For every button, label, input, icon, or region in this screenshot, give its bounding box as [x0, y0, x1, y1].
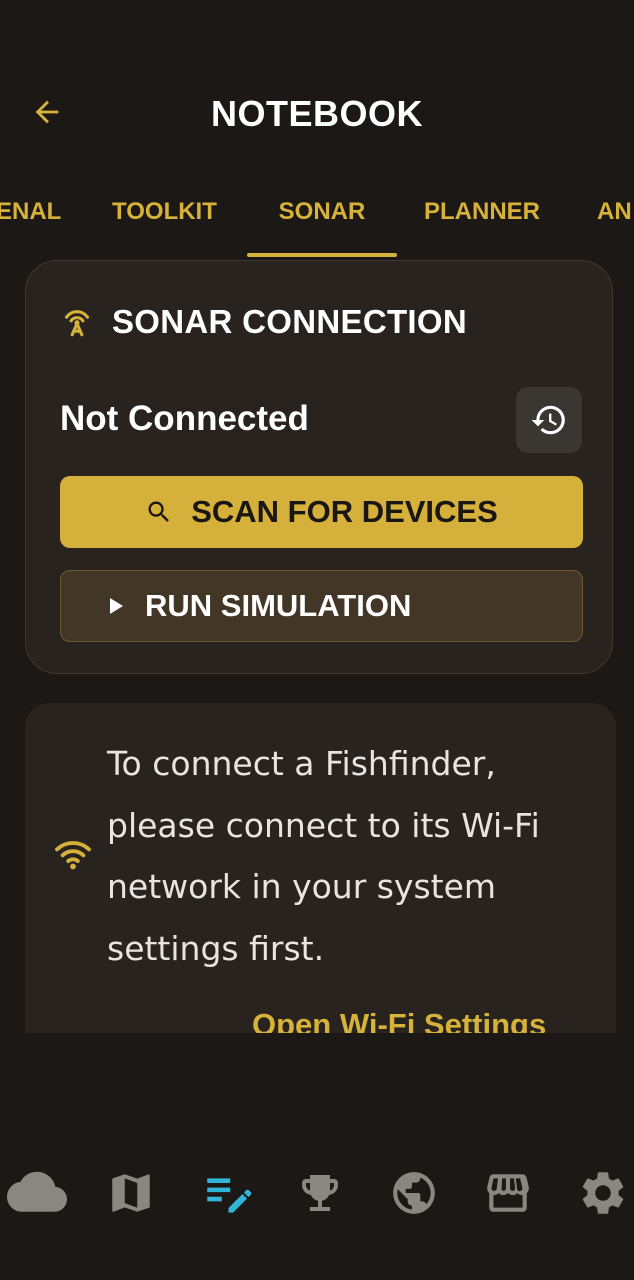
search-icon — [148, 501, 170, 522]
sonar-antenna-icon — [64, 310, 90, 337]
wifi-icon — [55, 841, 91, 870]
play-icon — [110, 598, 123, 614]
gear-icon — [582, 1172, 624, 1214]
nav-settings[interactable] — [571, 1160, 634, 1226]
run-simulation-button[interactable]: RUN SIMULATION — [60, 570, 583, 642]
nav-community[interactable] — [382, 1160, 446, 1226]
top-app-bar: NOTEBOOK — [0, 60, 634, 164]
globe-icon — [393, 1172, 435, 1214]
nav-store[interactable] — [476, 1160, 540, 1226]
trophy-icon — [302, 1175, 338, 1211]
bottom-navigation — [0, 1160, 634, 1226]
nav-map[interactable] — [99, 1160, 163, 1226]
history-icon — [531, 405, 565, 435]
tab-toolkit[interactable]: TOOLKIT — [112, 176, 217, 254]
map-icon — [112, 1174, 150, 1212]
sonar-connection-card: SONAR CONNECTION Not Connected SCAN FOR … — [25, 260, 613, 674]
simulation-button-label: RUN SIMULATION — [145, 588, 412, 623]
connection-status: Not Connected — [60, 399, 309, 438]
edit-notes-icon — [207, 1178, 251, 1213]
nav-trophies[interactable] — [288, 1160, 352, 1226]
scan-for-devices-button[interactable]: SCAN FOR DEVICES — [60, 476, 583, 548]
page-title: NOTEBOOK — [210, 93, 423, 134]
nav-weather[interactable] — [5, 1160, 69, 1226]
cloud-icon — [7, 1171, 67, 1212]
tab-indicator — [247, 253, 397, 257]
tab-sonar[interactable]: SONAR — [247, 176, 397, 254]
card-header: SONAR CONNECTION — [60, 303, 467, 341]
store-icon — [487, 1174, 529, 1212]
wifi-instructions-text: To connect a Fishfinder, please connect … — [107, 744, 540, 968]
tab-partial[interactable]: AN — [597, 176, 632, 254]
history-button[interactable] — [516, 387, 582, 453]
tab-planner[interactable]: PLANNER — [424, 176, 540, 254]
scan-button-label: SCAN FOR DEVICES — [191, 494, 498, 529]
tab-arsenal[interactable]: ENAL — [0, 176, 61, 254]
card-title: SONAR CONNECTION — [112, 303, 467, 340]
nav-notebook[interactable] — [194, 1160, 258, 1226]
wifi-info-card: To connect a Fishfinder, please connect … — [25, 703, 616, 1033]
open-wifi-settings-link[interactable]: Open Wi-Fi Settings — [252, 1007, 546, 1033]
tab-bar: ENAL TOOLKIT SONAR PLANNER AN — [0, 176, 634, 258]
